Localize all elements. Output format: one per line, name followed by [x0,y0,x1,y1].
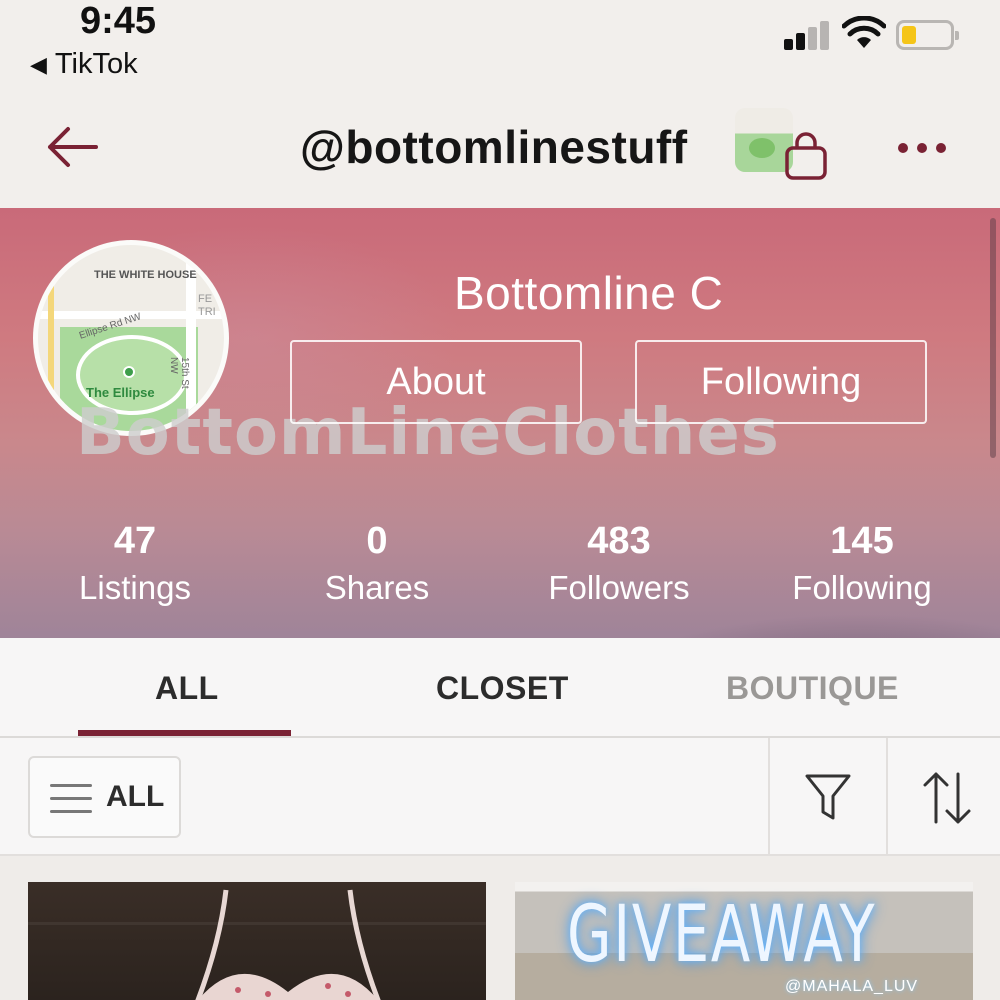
more-dots-icon[interactable] [896,138,948,158]
stat-following[interactable]: 145 Following [742,520,982,607]
back-app-label: TikTok [54,48,138,80]
arrow-left-icon[interactable] [44,124,100,170]
funnel-icon[interactable] [804,772,852,824]
shopping-bag-icon[interactable] [783,132,829,182]
scroll-indicator [990,218,996,458]
stat-label: Shares [324,569,430,606]
stat-label: Listings [79,569,191,606]
listing-card[interactable]: GIVEAWAY @MAHALA_LUV [515,882,973,1000]
status-bar: 9:45 ◀ TikTok [0,0,1000,100]
following-button[interactable]: Following [635,340,927,424]
about-button[interactable]: About [290,340,582,424]
profile-cover: THE WHITE HOUSE Ellipse Rd NW 15th St NW… [0,208,1000,638]
category-dropdown-label: ALL [106,780,165,813]
filter-bar: ALL [0,738,1000,856]
tab-all[interactable]: ALL [155,670,219,707]
stat-label: Followers [548,569,690,606]
divider [886,738,888,856]
stat-shares[interactable]: 0 Shares [257,520,497,607]
tab-boutique[interactable]: BOUTIQUE [726,670,899,707]
avatar-map-road-yellow [48,245,54,431]
stat-listings[interactable]: 47 Listings [15,520,255,607]
battery-level [902,26,916,44]
category-dropdown[interactable]: ALL [28,756,181,838]
stat-value: 47 [113,520,157,562]
profile-header: @bottomlinestuff [0,100,1000,208]
avatar-map-street-label: 15th St NW [168,357,190,389]
back-triangle-icon: ◀ [30,51,47,77]
display-name: Bottomline C [454,267,724,319]
stat-label: Following [792,569,932,606]
stat-followers[interactable]: 483 Followers [499,520,739,607]
cellular-signal-icon [784,20,830,50]
stat-value: 145 [830,520,894,562]
giveaway-text: GIVEAWAY [567,890,877,980]
hamburger-icon [50,784,92,814]
divider [768,738,770,856]
stat-value: 0 [366,520,388,562]
listing-card[interactable] [28,882,486,1000]
giveaway-handle: @MAHALA_LUV [785,978,919,995]
back-to-app-link[interactable]: ◀ TikTok [30,48,138,81]
map-pin-icon [123,366,135,378]
tab-closet[interactable]: CLOSET [436,670,569,707]
status-time: 9:45 [80,0,157,42]
listings-grid: GIVEAWAY @MAHALA_LUV [0,856,1000,1000]
battery-icon [896,20,959,50]
avatar-map-edge-label: FE TRI [198,293,216,318]
stat-value: 483 [587,520,651,562]
wifi-icon [842,16,886,48]
sort-arrows-icon[interactable] [922,770,972,826]
avatar-map-white-house-label: THE WHITE HOUSE [94,269,197,281]
shop-thumbnail-park [749,138,775,158]
floral-top-photo [195,889,381,1000]
closet-tabs: ALL CLOSET BOUTIQUE [0,638,1000,738]
active-tab-indicator [78,730,291,736]
profile-handle: @bottomlinestuff [300,121,688,173]
